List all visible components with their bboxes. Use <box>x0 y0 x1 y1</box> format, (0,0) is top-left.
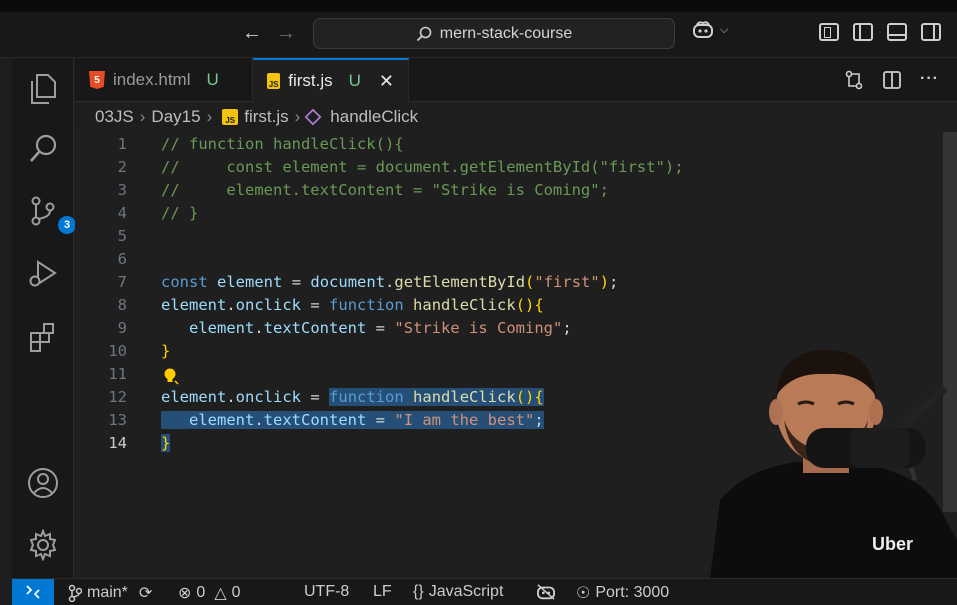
activity-bar: 3 <box>12 58 76 578</box>
open-changes-icon[interactable] <box>844 70 864 95</box>
run-debug-icon[interactable] <box>26 256 60 290</box>
live-server-port-status[interactable]: ☉ Port: 3000 <box>576 583 669 603</box>
copilot-menu[interactable]: ⌵ <box>692 20 728 40</box>
explorer-icon[interactable] <box>26 72 60 106</box>
status-bar: main* ⟳ ⊗ 0 △ 0 UTF-8 LF {} JavaScript ☉… <box>12 578 957 605</box>
problems-status[interactable]: ⊗ 0 △ 0 <box>178 583 241 603</box>
split-editor-icon[interactable] <box>882 70 902 95</box>
eol-label: LF <box>373 583 392 600</box>
close-icon[interactable]: ✕ <box>379 71 394 92</box>
language-label: JavaScript <box>428 583 504 600</box>
forward-arrow-icon[interactable]: → <box>276 22 296 45</box>
line-number: 7 <box>117 272 127 291</box>
tab-untracked-status: U <box>348 71 361 90</box>
line-number: 2 <box>117 157 127 176</box>
git-branch-status[interactable]: main* ⟳ <box>68 583 152 603</box>
code-line: 8 element.onclick = function handleClick… <box>75 293 957 316</box>
encoding-status[interactable]: UTF-8 <box>304 583 349 601</box>
eol-status[interactable]: LF <box>373 583 392 601</box>
line-number: 8 <box>117 295 127 314</box>
source-control-badge: 3 <box>58 216 76 234</box>
toggle-secondary-sidebar-icon[interactable] <box>921 23 941 41</box>
javascript-file-icon: JS <box>222 109 239 125</box>
top-strip <box>0 0 957 12</box>
title-bar: ← → mern-stack-course ⌵ <box>0 12 957 58</box>
extensions-icon[interactable] <box>26 320 60 354</box>
tab-first-js[interactable]: JS first.js U ✕ <box>253 58 409 102</box>
error-count: 0 <box>196 584 206 601</box>
tab-label: first.js <box>288 71 333 90</box>
settings-gear-icon[interactable] <box>26 528 60 562</box>
source-control-icon[interactable]: 3 <box>26 194 76 234</box>
breadcrumb-file[interactable]: first.js <box>244 107 288 127</box>
code-line: 7 const element = document.getElementByI… <box>75 270 957 293</box>
sync-icon[interactable]: ⟳ <box>139 583 152 603</box>
code-line: 3 // element.textContent = "Strike is Co… <box>75 178 957 201</box>
broadcast-icon: ☉ <box>576 585 591 602</box>
line-number: 6 <box>117 249 127 268</box>
chevron-down-icon: ⌵ <box>720 23 729 36</box>
copilot-icon <box>693 21 713 38</box>
code-line: 4 // } <box>75 201 957 224</box>
customize-layout-icon[interactable] <box>819 23 839 41</box>
html5-file-icon: 5 <box>89 71 105 89</box>
error-icon: ⊗ <box>178 585 192 602</box>
remote-icon <box>26 585 40 599</box>
line-number: 14 <box>108 433 127 452</box>
toggle-primary-sidebar-icon[interactable] <box>853 23 873 41</box>
line-number: 10 <box>108 341 127 360</box>
branch-name: main* <box>87 584 128 601</box>
warning-count: 0 <box>231 584 241 601</box>
chevron-right-icon: › <box>139 107 146 126</box>
port-label: Port: 3000 <box>595 584 670 601</box>
account-icon[interactable] <box>26 466 60 500</box>
copilot-status-icon[interactable] <box>536 583 556 601</box>
language-mode-status[interactable]: {} JavaScript <box>413 583 503 601</box>
line-number: 4 <box>117 203 127 222</box>
command-center-search[interactable]: mern-stack-course <box>313 18 675 49</box>
line-number: 3 <box>117 180 127 199</box>
encoding-label: UTF-8 <box>304 583 350 600</box>
more-actions-icon[interactable]: ··· <box>920 70 939 95</box>
warning-icon: △ <box>214 585 227 602</box>
line-number: 11 <box>108 364 127 383</box>
chevron-right-icon: › <box>294 107 301 126</box>
breadcrumb-folder[interactable]: Day15 <box>151 107 200 127</box>
search-text: mern-stack-course <box>439 24 573 42</box>
line-number: 1 <box>117 134 127 153</box>
line-number: 12 <box>108 387 127 406</box>
chevron-right-icon: › <box>206 107 213 126</box>
toggle-panel-icon[interactable] <box>887 23 907 41</box>
breadcrumb-folder[interactable]: 03JS <box>95 107 134 127</box>
method-symbol-icon <box>304 108 322 126</box>
braces-icon: {} <box>413 583 424 600</box>
code-line: 2 // const element = document.getElement… <box>75 155 957 178</box>
tab-index-html[interactable]: 5 index.html U <box>75 58 253 102</box>
search-icon[interactable] <box>26 132 60 166</box>
breadcrumb: 03JS › Day15 › JS first.js › handleClick <box>95 106 418 128</box>
code-line: 5 <box>75 224 957 247</box>
line-number: 5 <box>117 226 127 245</box>
remote-indicator[interactable] <box>12 578 54 605</box>
editor-tab-bar: 5 index.html U JS first.js U ✕ ··· <box>75 58 957 102</box>
javascript-file-icon: JS <box>267 73 281 89</box>
search-icon <box>416 26 432 41</box>
tab-label: index.html <box>113 70 191 89</box>
lightbulb-icon[interactable] <box>161 367 179 385</box>
shirt-logo-text: Uber <box>872 534 913 554</box>
back-arrow-icon[interactable]: ← <box>242 22 262 45</box>
line-number: 9 <box>117 318 127 337</box>
git-branch-icon <box>68 584 82 602</box>
tab-untracked-status: U <box>206 70 219 89</box>
code-line: 6 <box>75 247 957 270</box>
presenter-webcam: Uber <box>700 330 957 578</box>
code-line: 1 // function handleClick(){ <box>75 132 957 155</box>
line-number: 13 <box>108 410 127 429</box>
breadcrumb-symbol[interactable]: handleClick <box>330 107 418 127</box>
